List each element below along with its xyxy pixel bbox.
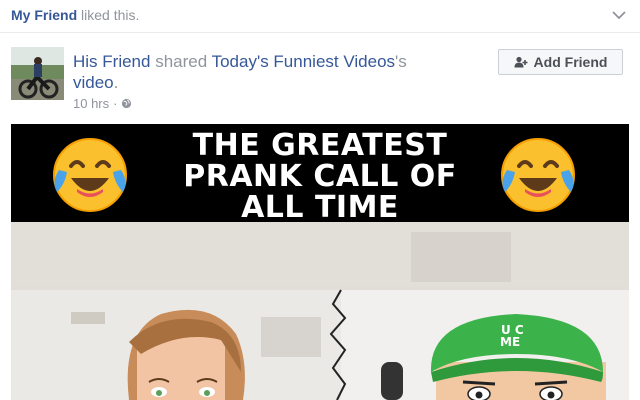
globe-icon[interactable]	[121, 98, 132, 109]
shared-label: shared	[150, 52, 212, 71]
laughing-emoji-icon	[501, 138, 575, 212]
liker-name-link[interactable]: My Friend	[11, 7, 77, 23]
video-player[interactable]: THE GREATEST PRANK CALL OF ALL TIME U C …	[11, 124, 629, 400]
liked-text: My Friend liked this.	[11, 7, 139, 23]
timestamp-link[interactable]: 10 hrs	[73, 96, 109, 111]
meta-separator: ·	[113, 96, 118, 111]
chevron-down-icon[interactable]	[612, 10, 626, 20]
story-header: My Friend liked this.	[0, 0, 640, 32]
video-frame-cartoon: U C ME	[11, 222, 629, 400]
laughing-emoji-icon	[53, 138, 127, 212]
post-meta: 10 hrs ·	[73, 96, 132, 111]
cap-text: ME	[500, 335, 520, 349]
period: .	[113, 73, 119, 92]
video-link[interactable]: video	[73, 73, 114, 92]
author-name-link[interactable]: His Friend	[73, 52, 150, 71]
liked-label: liked this.	[77, 7, 140, 23]
divider	[0, 32, 640, 33]
avatar[interactable]	[11, 47, 64, 100]
add-friend-button[interactable]: Add Friend	[498, 49, 623, 75]
possessive-label: 's	[395, 52, 407, 71]
add-friend-label: Add Friend	[533, 54, 608, 70]
post-headline: His Friend shared Today's Funniest Video…	[73, 51, 473, 93]
page-link[interactable]: Today's Funniest Videos	[212, 52, 395, 71]
add-friend-icon	[514, 56, 528, 68]
